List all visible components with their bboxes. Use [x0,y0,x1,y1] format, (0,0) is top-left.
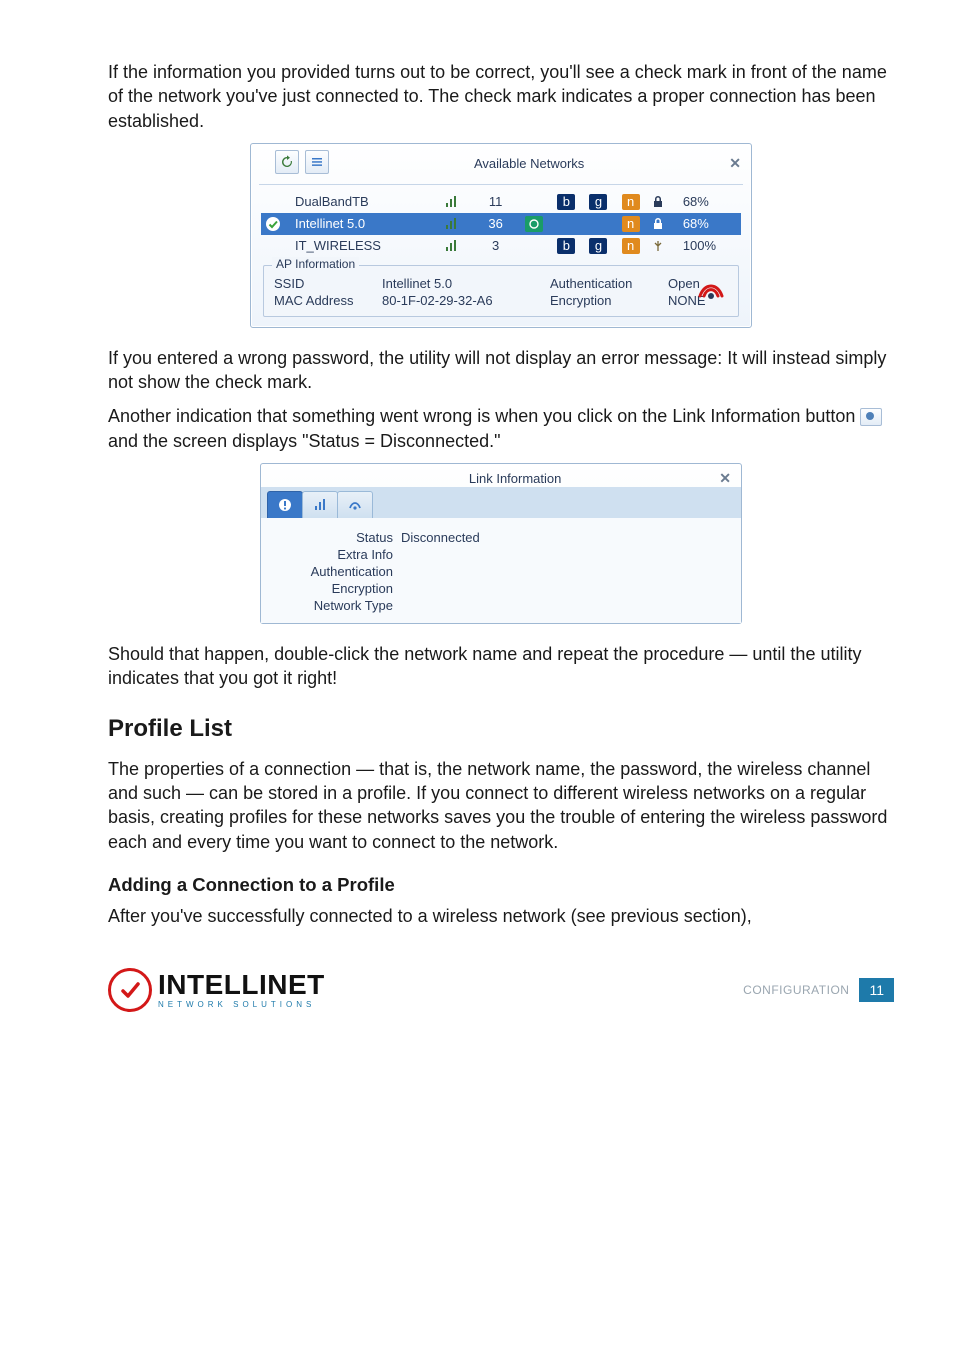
tab-signal[interactable] [302,491,338,518]
network-name: Intellinet 5.0 [291,213,439,235]
signal-icon [439,235,473,257]
page-number: 11 [859,978,894,1002]
mode-b-icon: b [557,238,575,254]
tab-radio[interactable] [337,491,373,518]
close-icon[interactable]: ✕ [719,470,731,487]
table-row[interactable]: IT_WIRELESS 3 b g n 100% [261,235,741,257]
paragraph: The properties of a connection — that is… [108,757,894,854]
channel-number: 36 [473,213,518,235]
status-value: Disconnected [401,530,727,545]
antenna-icon [647,235,679,257]
table-row[interactable]: DualBandTB 11 b g n 68% [261,191,741,213]
status-label: Status [275,530,401,545]
extra-info-label: Extra Info [275,547,401,562]
brand-logo: INTELLINET NETWORK SOLUTIONS [108,968,325,1012]
table-row[interactable]: Intellinet 5.0 36 n 68% [261,213,741,235]
footer-section-label: CONFIGURATION [743,983,849,997]
network-list: DualBandTB 11 b g n 68% Intellinet 5.0 3… [261,191,741,257]
mac-label: MAC Address [274,293,364,308]
paragraph: Another indication that something went w… [108,404,894,453]
mode-g-icon: g [589,194,607,210]
close-icon[interactable]: ✕ [729,155,741,172]
network-name: IT_WIRELESS [291,235,439,257]
mode-b-icon: b [557,194,575,210]
channel-number: 3 [473,235,518,257]
paragraph: If the information you provided turns ou… [108,60,894,133]
paragraph: After you've successfully connected to a… [108,904,894,928]
radio-waves-icon [694,274,728,308]
ssid-value: Intellinet 5.0 [382,276,532,291]
mac-value: 80-1F-02-29-32-A6 [382,293,532,308]
mode-n-icon: n [622,238,640,254]
ap-information-group: AP Information SSID Intellinet 5.0 Authe… [263,265,739,317]
enc-label: Encryption [550,293,650,308]
page-footer: INTELLINET NETWORK SOLUTIONS CONFIGURATI… [108,968,894,1012]
mode-n-icon: n [622,216,640,232]
signal-icon [439,213,473,235]
list-icon[interactable] [305,150,329,174]
security-icon [647,213,679,235]
paragraph: If you entered a wrong password, the uti… [108,346,894,395]
network-name: DualBandTB [291,191,439,213]
mode-n-icon: n [622,194,640,210]
nettype-value [401,598,727,613]
refresh-icon[interactable] [275,150,299,174]
link-info-button-icon [860,408,882,426]
nettype-label: Network Type [275,598,401,613]
window-title: Available Networks [329,156,729,171]
link-information-window: Link Information ✕ StatusDisconnected Ex… [260,463,742,624]
auth-label: Authentication [275,564,401,579]
auth-value [401,564,727,579]
signal-percent: 68% [679,191,741,213]
enc-label: Encryption [275,581,401,596]
channel-number: 11 [473,191,518,213]
heading-profile-list: Profile List [108,715,894,743]
window-title: Link Information [311,471,719,486]
enc-value [401,581,727,596]
heading-adding-connection: Adding a Connection to a Profile [108,874,894,896]
text-span: and the screen displays "Status = Discon… [108,431,501,451]
available-networks-window: Available Networks ✕ DualBandTB 11 b g n… [250,143,752,328]
signal-percent: 68% [679,213,741,235]
check-circle-icon [108,968,152,1012]
security-icon [647,191,679,213]
paragraph: Should that happen, double-click the net… [108,642,894,691]
text-span: Another indication that something went w… [108,406,860,426]
brand-name: INTELLINET [158,971,325,999]
brand-subtitle: NETWORK SOLUTIONS [158,1001,325,1009]
tab-status[interactable] [267,491,303,518]
signal-percent: 100% [679,235,741,257]
check-icon [261,213,291,235]
wps-icon [525,216,543,232]
auth-label: Authentication [550,276,650,291]
extra-info-value [401,547,727,562]
fieldset-legend: AP Information [272,257,359,271]
mode-g-icon: g [589,238,607,254]
signal-icon [439,191,473,213]
ssid-label: SSID [274,276,364,291]
